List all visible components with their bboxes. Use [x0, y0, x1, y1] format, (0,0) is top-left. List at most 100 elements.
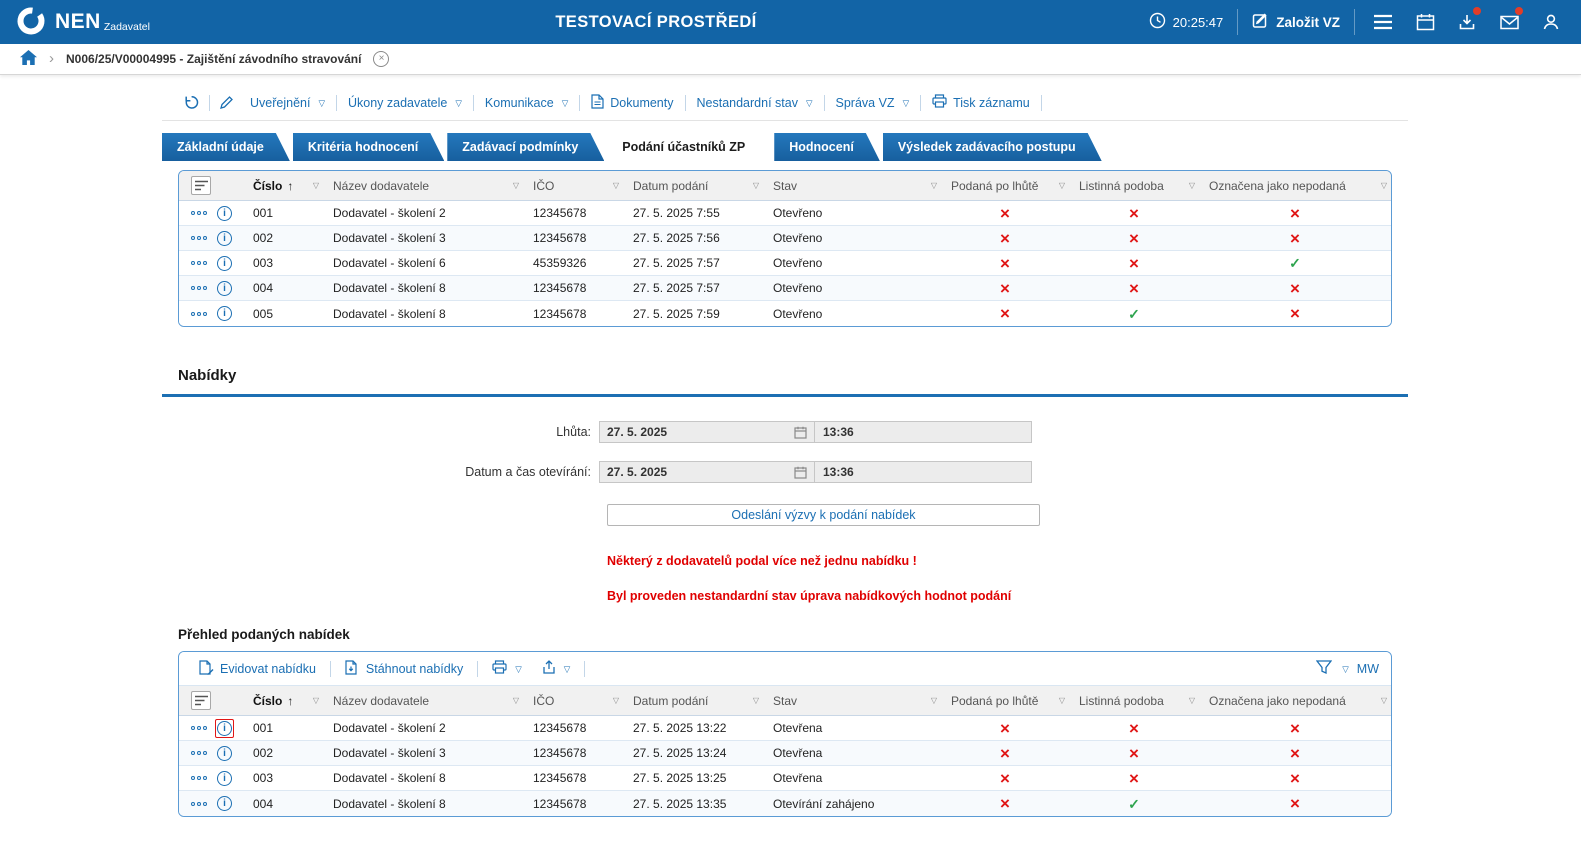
menu-dokumenty[interactable]: Dokumenty [582, 93, 682, 112]
filter-dropdown-icon[interactable]: ▽ [753, 696, 763, 705]
menu-uverejneni[interactable]: Uveřejnění ▽ [241, 96, 334, 110]
menu-sprava-vz[interactable]: Správa VZ ▽ [827, 96, 919, 110]
info-icon[interactable]: i [217, 306, 232, 321]
table-settings-icon[interactable] [191, 176, 211, 195]
menu-tisk-zaznamu[interactable]: Tisk záznamu [923, 94, 1039, 111]
messages-icon[interactable] [1495, 7, 1523, 36]
row-menu-icon[interactable] [191, 726, 207, 730]
column-header[interactable]: Stav ▽ [763, 171, 941, 200]
table-row[interactable]: i 002 Dodavatel - školení 3 12345678 27. 5. … [179, 741, 1391, 766]
calendar-picker-icon[interactable] [794, 466, 807, 479]
lhuta-date-input[interactable]: 27. 5. 2025 [600, 422, 815, 442]
filter-dropdown-icon[interactable]: ▽ [313, 181, 323, 190]
close-record-icon[interactable]: × [373, 51, 390, 67]
column-header[interactable]: Označena jako nepodaná ▽ [1199, 171, 1391, 200]
row-menu-icon[interactable] [191, 801, 207, 806]
filter-dropdown-icon[interactable]: ▽ [513, 181, 523, 190]
filter-funnel-icon[interactable] [1315, 660, 1333, 677]
table-row[interactable]: i 003 Dodavatel - školení 8 12345678 27. 5. … [179, 766, 1391, 791]
menu-komunikace[interactable]: Komunikace ▽ [476, 96, 577, 110]
print-table-button[interactable]: ▽ [484, 660, 530, 677]
column-header[interactable]: Název dodavatele ▽ [323, 171, 523, 200]
lhuta-time-input[interactable]: 13:36 [815, 422, 1031, 442]
filter-dropdown-icon[interactable]: ▽ [1059, 696, 1069, 705]
row-menu-icon[interactable] [191, 236, 207, 240]
row-menu-icon[interactable] [191, 211, 207, 215]
menu-nestandardni-stav[interactable]: Nestandardní stav ▽ [688, 96, 822, 110]
info-icon[interactable]: i [217, 770, 232, 786]
filter-dropdown-icon[interactable]: ▽ [931, 181, 941, 190]
tab-zakladni-udaje[interactable]: Základní údaje [162, 133, 290, 161]
column-header[interactable]: Název dodavatele ▽ [323, 686, 523, 715]
app-logo[interactable]: NEN Zadavatel [16, 6, 150, 39]
filter-dropdown-icon[interactable]: ▽ [1381, 181, 1391, 190]
info-icon[interactable]: i [217, 280, 232, 296]
menu-ukony-zadavatele[interactable]: Úkony zadavatele ▽ [339, 96, 471, 110]
row-menu-icon[interactable] [191, 776, 207, 780]
oteviranie-time-input[interactable]: 13:36 [815, 462, 1031, 482]
info-icon[interactable]: i [217, 205, 232, 221]
filter-dropdown-icon[interactable]: ▽ [753, 181, 763, 190]
filter-dropdown-icon[interactable]: ▽ [1059, 181, 1069, 190]
home-icon[interactable] [20, 50, 37, 68]
edit-pencil-icon[interactable] [212, 95, 241, 110]
column-header[interactable]: Datum podání ▽ [623, 171, 763, 200]
stahnout-nabidky-button[interactable]: Stáhnout nabídky [337, 659, 471, 678]
evidovat-nabidku-button[interactable]: Evidovat nabídku [191, 659, 324, 678]
column-header[interactable]: Číslo ↑ ▽ [243, 171, 323, 200]
tab-hodnoceni[interactable]: Hodnocení [774, 133, 880, 161]
row-menu-icon[interactable] [191, 286, 207, 290]
column-header[interactable]: Označena jako nepodaná ▽ [1199, 686, 1391, 715]
column-header[interactable]: Stav ▽ [763, 686, 941, 715]
calendar-icon[interactable] [1411, 8, 1439, 36]
column-header[interactable]: Listinná podoba ▽ [1069, 686, 1199, 715]
tab-zadavaci-podminky[interactable]: Zadávací podmínky [447, 133, 604, 161]
tab-vysledek-zadavaciho-postupu[interactable]: Výsledek zadávacího postupu [883, 133, 1102, 161]
breadcrumb-item[interactable]: N006/25/V00004995 - Zajištění závodního … [66, 52, 361, 66]
column-header[interactable]: Listinná podoba ▽ [1069, 171, 1199, 200]
column-header[interactable]: Podaná po lhůtě ▽ [941, 686, 1069, 715]
filter-dropdown-icon[interactable]: ▽ [1189, 696, 1199, 705]
filter-dropdown-icon[interactable]: ▽ [513, 696, 523, 705]
send-invitation-button[interactable]: Odeslání výzvy k podání nabídek [607, 504, 1040, 526]
info-icon[interactable]: i [217, 745, 232, 761]
row-menu-icon[interactable] [191, 311, 207, 316]
column-header[interactable]: Číslo ↑ ▽ [243, 686, 323, 715]
filter-dropdown-icon[interactable]: ▽ [313, 696, 323, 705]
filter-dropdown-icon[interactable]: ▽ [1189, 181, 1199, 190]
undo-icon[interactable] [176, 94, 207, 111]
filter-dropdown-icon[interactable]: ▽ [1381, 696, 1391, 705]
row-menu-icon[interactable] [191, 751, 207, 755]
table-row[interactable]: i 002 Dodavatel - školení 3 12345678 27. 5. … [179, 226, 1391, 251]
export-table-button[interactable]: ▽ [534, 659, 579, 678]
downloads-icon[interactable] [1453, 7, 1481, 36]
filter-dropdown-icon[interactable]: ▽ [931, 696, 941, 705]
dropdown-icon[interactable]: ▽ [1342, 664, 1349, 675]
info-icon[interactable]: i [217, 230, 232, 246]
column-header[interactable]: IČO ▽ [523, 171, 623, 200]
tab-podani-ucastniku-zp[interactable]: Podání účastníků ZP [607, 133, 771, 161]
table-row[interactable]: i 001 Dodavatel - školení 2 12345678 27. 5. … [179, 201, 1391, 226]
table-settings-icon[interactable] [191, 691, 211, 710]
table-row[interactable]: i 004 Dodavatel - školení 8 12345678 27. 5. … [179, 276, 1391, 301]
column-header[interactable]: IČO ▽ [523, 686, 623, 715]
info-icon[interactable]: i [217, 255, 232, 271]
table-row[interactable]: i 004 Dodavatel - školení 8 12345678 27. 5. … [179, 791, 1391, 816]
column-header[interactable]: Podaná po lhůtě ▽ [941, 171, 1069, 200]
mw-label[interactable]: MW [1357, 662, 1379, 676]
info-icon[interactable]: i [217, 720, 232, 736]
create-vz-button[interactable]: Založit VZ [1252, 12, 1340, 32]
oteviranie-date-input[interactable]: 27. 5. 2025 [600, 462, 815, 482]
tab-kriteria-hodnoceni[interactable]: Kritéria hodnocení [293, 133, 444, 161]
table-row[interactable]: i 001 Dodavatel - školení 2 12345678 27. 5. … [179, 716, 1391, 741]
menu-icon[interactable] [1369, 8, 1397, 36]
row-menu-icon[interactable] [191, 261, 207, 265]
calendar-picker-icon[interactable] [794, 426, 807, 439]
user-icon[interactable] [1537, 8, 1565, 36]
filter-dropdown-icon[interactable]: ▽ [613, 696, 623, 705]
info-icon[interactable]: i [217, 796, 232, 811]
table-row[interactable]: i 003 Dodavatel - školení 6 45359326 27. 5. … [179, 251, 1391, 276]
table-row[interactable]: i 005 Dodavatel - školení 8 12345678 27. 5. … [179, 301, 1391, 326]
column-header[interactable]: Datum podání ▽ [623, 686, 763, 715]
filter-dropdown-icon[interactable]: ▽ [613, 181, 623, 190]
